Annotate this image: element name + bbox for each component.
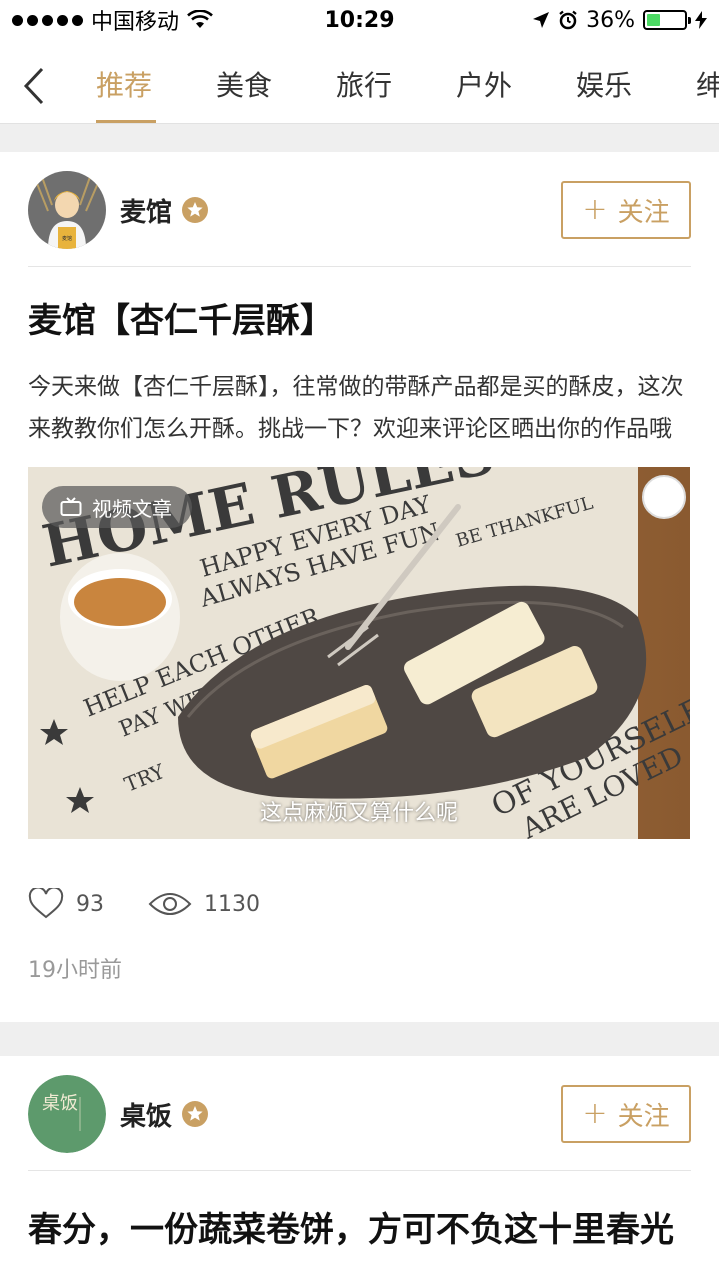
tab-recommend[interactable]: 推荐 (96, 40, 216, 123)
signal-icon (12, 14, 83, 26)
follow-label: 关注 (617, 197, 670, 228)
author-name[interactable]: 桌饭 (120, 1096, 172, 1133)
divider (28, 266, 691, 267)
feed-card[interactable]: 桌饭 桌饭 + 关注 春分，一份蔬菜卷饼，方可不负这十里春光 (0, 1056, 719, 1280)
charging-icon (695, 11, 707, 29)
plus-icon: + (582, 192, 608, 227)
avatar[interactable]: 麦馆 (28, 171, 106, 249)
status-right: 36% (532, 8, 707, 33)
verified-star-icon (182, 197, 209, 223)
author-row: 桌饭 桌饭 + 关注 (28, 1074, 691, 1154)
post-title[interactable]: 麦馆【杏仁千层酥】 (28, 298, 691, 344)
video-article-badge: 视频文章 (42, 486, 192, 528)
follow-label: 关注 (617, 1101, 670, 1132)
post-summary[interactable]: 今天来做【杏仁千层酥】，往常做的带酥产品都是买的酥皮，这次来教教你们怎么开酥。挑… (28, 366, 691, 450)
tab-food[interactable]: 美食 (216, 40, 336, 123)
author-row: 麦馆 麦馆 + 关注 (28, 170, 691, 250)
view-count: 1130 (204, 891, 260, 917)
tab-outdoor[interactable]: 户外 (456, 40, 576, 123)
feed-card[interactable]: 麦馆 麦馆 + 关注 麦馆【杏仁千层酥】 今天来做【杏仁千层酥】，往常做的带酥产… (0, 152, 719, 1022)
video-cover[interactable]: HOME RULES HAPPY EVERY DAY ALWAYS HAVE F… (28, 467, 690, 839)
active-tab-indicator (96, 120, 156, 123)
channel-tabs: 推荐 美食 旅行 户外 娱乐 绅 (96, 40, 719, 123)
follow-button[interactable]: + 关注 (561, 1085, 691, 1143)
carrier-name: 中国移动 (91, 10, 180, 35)
wifi-icon (187, 10, 213, 28)
eye-icon (148, 893, 192, 915)
heart-icon (28, 888, 64, 919)
battery-percent: 36% (586, 7, 635, 33)
tv-icon (60, 497, 82, 516)
author-name[interactable]: 麦馆 (120, 192, 172, 229)
back-chevron-icon[interactable] (18, 66, 50, 106)
follow-button[interactable]: + 关注 (561, 181, 691, 239)
tab-travel[interactable]: 旅行 (336, 40, 456, 123)
tab-entertainment[interactable]: 娱乐 (576, 40, 696, 123)
verified-star-icon (182, 1101, 209, 1127)
status-bar: 中国移动 10:29 36% (0, 0, 719, 40)
status-left: 中国移动 (12, 4, 213, 36)
cover-caption: 这点麻烦又算什么呢 (259, 801, 458, 826)
view-count-group: 1130 (148, 890, 260, 918)
plus-icon: + (582, 1096, 608, 1131)
stats-row: 93 1130 (28, 886, 260, 922)
brand-watermark-icon (642, 475, 686, 519)
tab-gentleman[interactable]: 绅 (696, 40, 719, 123)
battery-fill (647, 14, 660, 26)
avatar-label: 麦馆 (62, 235, 72, 242)
location-arrow-icon (533, 12, 550, 28)
video-badge-label: 视频文章 (92, 496, 172, 521)
divider (28, 1170, 691, 1171)
like-count: 93 (76, 891, 104, 917)
channel-nav-bar: 推荐 美食 旅行 户外 娱乐 绅 (0, 40, 719, 124)
avatar[interactable]: 桌饭 (28, 1075, 106, 1153)
post-title[interactable]: 春分，一份蔬菜卷饼，方可不负这十里春光 (28, 1204, 691, 1256)
battery-icon (643, 10, 691, 30)
alarm-icon (559, 10, 577, 30)
post-timestamp: 19小时前 (28, 958, 122, 983)
avatar-label: 桌饭 (42, 1093, 78, 1114)
like-button[interactable]: 93 (28, 888, 104, 920)
